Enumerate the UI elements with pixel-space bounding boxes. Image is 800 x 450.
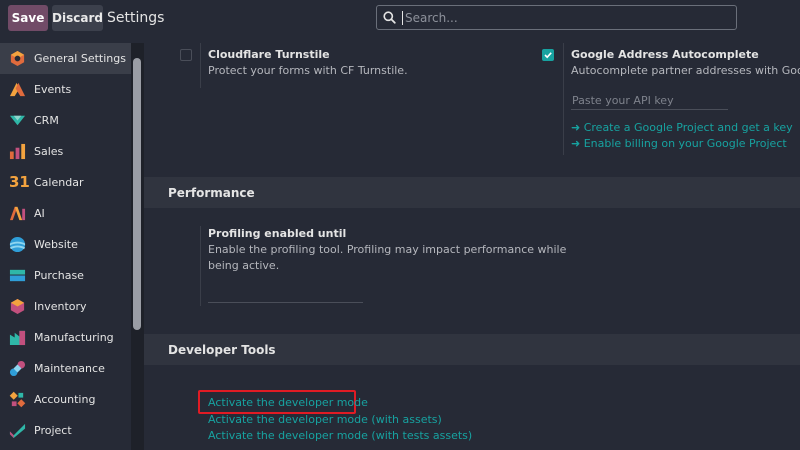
sidebar-item-calendar[interactable]: 31 Calendar — [0, 167, 131, 198]
maintenance-icon — [9, 360, 26, 377]
profiling-title: Profiling enabled until — [208, 227, 347, 240]
profiling-date-input[interactable] — [208, 302, 363, 303]
cloudflare-turnstile-desc: Protect your forms with CF Turnstile. — [208, 64, 408, 77]
activate-developer-mode-tests-link[interactable]: Activate the developer mode (with tests … — [208, 429, 472, 442]
performance-section-header: Performance — [144, 177, 800, 208]
sidebar-item-sales[interactable]: Sales — [0, 136, 131, 167]
cloudflare-divider — [200, 43, 201, 88]
purchase-icon — [9, 269, 26, 282]
sales-icon — [9, 143, 26, 160]
cloudflare-turnstile-checkbox[interactable] — [180, 49, 192, 61]
sidebar-item-inventory[interactable]: Inventory — [0, 291, 131, 322]
sidebar-item-website[interactable]: Website — [0, 229, 131, 260]
page-title: Settings — [107, 10, 165, 26]
api-key-input[interactable]: Paste your API key — [572, 94, 674, 107]
create-google-project-link[interactable]: ➜ Create a Google Project and get a key — [571, 121, 793, 134]
crm-icon — [9, 115, 26, 126]
settings-sidebar: General Settings Events CRM Sales 31 Cal… — [0, 43, 131, 450]
accounting-icon — [9, 391, 26, 408]
profiling-desc-line2: being active. — [208, 259, 280, 272]
sidebar-item-ai[interactable]: AI — [0, 198, 131, 229]
profiling-divider — [200, 226, 201, 306]
sidebar-scrollbar-thumb[interactable] — [133, 58, 141, 330]
google-address-divider — [563, 43, 564, 155]
api-key-underline — [571, 109, 728, 110]
checkmark-icon — [544, 52, 552, 59]
sidebar-item-maintenance[interactable]: Maintenance — [0, 353, 131, 384]
developer-tools-section-header: Developer Tools — [144, 334, 800, 365]
settings-content: Cloudflare Turnstile Protect your forms … — [144, 43, 800, 450]
sidebar-item-crm[interactable]: CRM — [0, 105, 131, 136]
profiling-desc-line1: Enable the profiling tool. Profiling may… — [208, 243, 567, 256]
discard-button[interactable]: Discard — [52, 5, 103, 31]
events-icon — [9, 82, 26, 97]
inventory-icon — [10, 298, 25, 315]
sidebar-item-purchase[interactable]: Purchase — [0, 260, 131, 291]
save-button[interactable]: Save — [8, 5, 48, 31]
top-bar: Save Discard Settings — [0, 0, 800, 40]
cloudflare-turnstile-title: Cloudflare Turnstile — [208, 48, 330, 61]
sidebar-item-accounting[interactable]: Accounting — [0, 384, 131, 415]
activate-developer-mode-assets-link[interactable]: Activate the developer mode (with assets… — [208, 413, 442, 426]
google-address-desc: Autocomplete partner addresses with Goog… — [571, 64, 800, 77]
ai-icon — [9, 206, 26, 221]
general-settings-icon — [10, 50, 25, 67]
google-address-title: Google Address Autocomplete — [571, 48, 759, 61]
search-icon — [383, 11, 396, 24]
sidebar-item-manufacturing[interactable]: Manufacturing — [0, 322, 131, 353]
activate-developer-mode-link[interactable]: Activate the developer mode — [208, 396, 368, 409]
manufacturing-icon — [9, 330, 26, 346]
project-icon — [9, 423, 26, 439]
sidebar-item-general-settings[interactable]: General Settings — [0, 43, 131, 74]
sidebar-item-project[interactable]: Project — [0, 415, 131, 446]
enable-billing-link[interactable]: ➜ Enable billing on your Google Project — [571, 137, 787, 150]
website-icon — [9, 236, 26, 253]
sidebar-item-events[interactable]: Events — [0, 74, 131, 105]
search-input[interactable] — [402, 10, 722, 25]
google-address-checkbox[interactable] — [542, 49, 554, 61]
calendar-icon: 31 — [9, 173, 30, 191]
search-bar[interactable] — [376, 5, 737, 30]
